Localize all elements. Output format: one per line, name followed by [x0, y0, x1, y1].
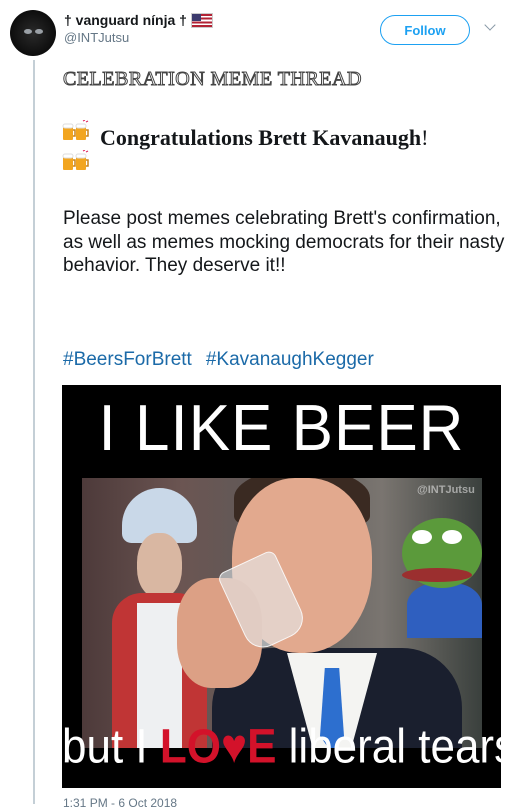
user-handle[interactable]: @INTJutsu [64, 30, 213, 45]
us-flag-icon [190, 12, 213, 28]
frog-eye-shape [442, 530, 462, 544]
tweet-body: Please post memes celebrating Brett's co… [63, 208, 505, 276]
hashtag-link[interactable]: #KavanaughKegger [206, 349, 374, 371]
meme-watermark: @INTJutsu [417, 484, 475, 496]
frog-body-shape [407, 583, 482, 638]
avatar-eye-right [35, 29, 43, 34]
beer-mugs-icon [62, 120, 89, 140]
love-word: LO♥E [159, 719, 277, 774]
avatar[interactable] [10, 10, 56, 56]
user-info: † vanguarԁ nínja † @INTJutsu [64, 12, 213, 45]
meme-image[interactable]: I LIKE BEER @INTJutsu but I LO♥E liberal… [62, 385, 501, 788]
congrats-line: Congratulations Brett Kavanaugh! [100, 125, 428, 151]
display-name[interactable]: † vanguarԁ nínja † [64, 12, 213, 28]
follow-button[interactable]: Follow [380, 15, 470, 45]
chevron-down-icon[interactable] [484, 19, 496, 31]
avatar-eye-left [24, 29, 32, 34]
congrats-exclamation: ! [421, 125, 429, 150]
hashtags: #BeersForBrett #KavanaughKegger [63, 349, 374, 371]
beer-mugs-icon [62, 150, 89, 170]
tweet-timestamp[interactable]: 1:31 PM - 6 Oct 2018 [63, 796, 177, 810]
hashtag-link[interactable]: #BeersForBrett [63, 349, 192, 371]
meme-photo: @INTJutsu [82, 478, 482, 748]
thread-title: CELEBRATION MEME THREAD [63, 68, 362, 91]
meme-top-caption: I LIKE BEER [98, 392, 465, 465]
meme-bottom-caption: but I LO♥E liberal tears! [62, 719, 501, 774]
congrats-bold-text: Congratulations Brett Kavanaugh [100, 125, 422, 150]
woman-face-shape [137, 533, 182, 598]
frog-lip-shape [402, 568, 472, 582]
thread-connector-line [33, 60, 35, 804]
frog-eye-shape [412, 530, 432, 544]
